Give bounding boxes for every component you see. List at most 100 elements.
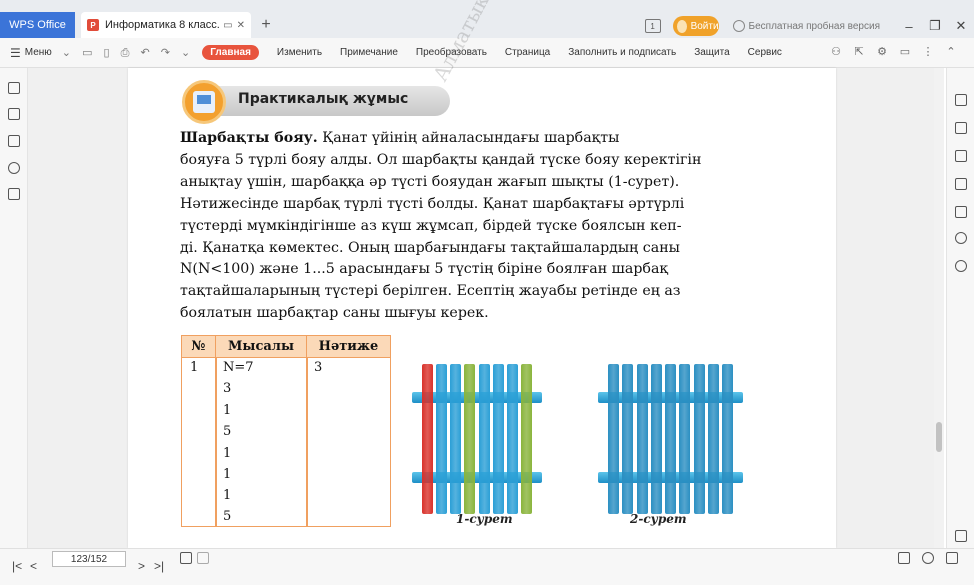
- quick-access-icons[interactable]: ⌄ ▭ ▯ ⎙ ↶ ↷ ⌄: [62, 46, 194, 60]
- tab-protect[interactable]: Защита: [694, 47, 729, 58]
- expand-icon[interactable]: ⌃: [942, 45, 960, 59]
- tab-count-icon[interactable]: 1: [644, 19, 661, 33]
- table-column-divider: [306, 358, 308, 526]
- fence-slat: [679, 364, 691, 514]
- left-sidebar: [0, 68, 28, 548]
- app-tab[interactable]: WPS Office: [0, 12, 75, 38]
- fence-figure-1: [412, 364, 542, 514]
- user-icon[interactable]: ⚇: [827, 45, 845, 59]
- bookmark-icon[interactable]: [8, 82, 20, 94]
- gift-icon: [732, 20, 745, 32]
- tab-annotate[interactable]: Примечание: [340, 47, 398, 58]
- last-page-icon[interactable]: >|: [154, 559, 164, 573]
- properties-icon[interactable]: [955, 94, 967, 106]
- task-text: Шарбақты бояу. Қанат үйінің айналасындағ…: [180, 128, 746, 325]
- fence-slat: [521, 364, 532, 514]
- export-icon[interactable]: [955, 122, 967, 134]
- fence-slat: [450, 364, 462, 514]
- document-tab[interactable]: P Информатика 8 класс. ASA.pdf ▭ ✕: [81, 12, 251, 38]
- figure-caption-1: 1-сурет: [456, 512, 513, 526]
- pen-icon[interactable]: [955, 150, 967, 162]
- example-value: N=7: [223, 360, 254, 375]
- comment-icon[interactable]: [8, 135, 20, 147]
- reading-mode-icon[interactable]: [898, 552, 910, 564]
- document-viewport[interactable]: Практикалық жұмыс Алматыкітап ба Шарбақт…: [28, 0, 934, 548]
- play-icon[interactable]: [922, 552, 934, 564]
- fence-slat: [506, 364, 518, 514]
- login-button[interactable]: Войти: [672, 16, 719, 36]
- example-value: 1: [223, 446, 232, 461]
- first-page-icon[interactable]: |<: [12, 559, 22, 573]
- fence-slat: [636, 364, 648, 514]
- signature-icon[interactable]: [8, 188, 20, 200]
- example-value: 5: [223, 424, 232, 439]
- table-header-example: Мысалы: [216, 336, 307, 358]
- chat-icon[interactable]: ▭: [896, 45, 914, 59]
- tab-edit[interactable]: Изменить: [277, 47, 322, 58]
- tab-window-icon[interactable]: ▭: [223, 20, 232, 31]
- fence-slat: [707, 364, 719, 514]
- example-value: 5: [223, 509, 232, 524]
- document-tab-title: Информатика 8 класс. ASA.pdf: [105, 19, 220, 31]
- fence-slat: [492, 364, 504, 514]
- fence-slat: [693, 364, 705, 514]
- status-bar: |< < > >|: [0, 548, 974, 585]
- example-value: 1: [223, 403, 232, 418]
- menu-button[interactable]: Меню: [25, 47, 52, 58]
- previous-page-icon[interactable]: <: [30, 559, 37, 573]
- text-line-2: бояуға 5 түрлі бояу алды. Ол шарбақты қа…: [180, 151, 702, 168]
- scrollbar-thumb[interactable]: [936, 422, 942, 452]
- attachment-icon[interactable]: [8, 162, 20, 174]
- pdf-icon: P: [87, 19, 99, 31]
- help-icon[interactable]: [955, 260, 967, 272]
- example-value: 1: [223, 467, 232, 482]
- text-line-4: Нәтижесінде шарбақ түрлі түсті болды. Қа…: [180, 195, 685, 212]
- back-icon[interactable]: [180, 552, 192, 564]
- table-header-result: Нәтиже: [307, 336, 390, 358]
- fullscreen-icon[interactable]: [946, 552, 958, 564]
- section-title: Практикалық жұмыс: [238, 91, 409, 107]
- vertical-scrollbar[interactable]: [934, 68, 944, 548]
- hamburger-icon[interactable]: ☰: [10, 46, 21, 60]
- fence-slat: [608, 364, 619, 514]
- menu-right-icons: ⚇ ⇱ ⚙ ▭ ⋮ ⌃: [822, 45, 960, 59]
- next-page-icon[interactable]: >: [138, 559, 145, 573]
- page-icon[interactable]: [955, 206, 967, 218]
- fence-slat: [722, 364, 733, 514]
- text-line-7: N(N<100) және 1...5 арасындағы 5 түстің …: [180, 261, 669, 278]
- search-icon[interactable]: [955, 232, 967, 244]
- tab-tools[interactable]: Сервис: [748, 47, 782, 58]
- outline-icon[interactable]: [955, 178, 967, 190]
- fence-slat: [464, 364, 476, 514]
- avatar-icon: [676, 19, 687, 33]
- fence-slat: [650, 364, 662, 514]
- text-line-3: анықтау үшін, шарбаққа әр түсті бояудан …: [180, 173, 680, 190]
- trial-button[interactable]: Бесплатная пробная версия: [732, 20, 880, 32]
- tab-home[interactable]: Главная: [202, 45, 259, 60]
- text-line-6: ді. Қанатқа көмектес. Оның шарбағындағы …: [180, 239, 680, 256]
- settings-icon[interactable]: ⚙: [873, 45, 891, 59]
- text-line-9: боялатын шарбақтар саны шығуы керек.: [180, 305, 489, 322]
- section-banner: Практикалық жұмыс: [182, 80, 452, 124]
- more-icon[interactable]: ⋮: [919, 45, 937, 59]
- fence-figure-2: [598, 364, 743, 514]
- grid-icon[interactable]: [955, 530, 967, 542]
- computer-icon: [182, 80, 226, 124]
- close-window-icon[interactable]: ✕: [948, 18, 974, 34]
- fence-slat: [622, 364, 634, 514]
- close-tab-icon[interactable]: ✕: [237, 20, 245, 31]
- trial-label: Бесплатная пробная версия: [748, 20, 880, 32]
- new-tab-button[interactable]: +: [253, 12, 279, 38]
- restore-icon[interactable]: ❐: [922, 18, 948, 34]
- share-icon[interactable]: ⇱: [850, 45, 868, 59]
- example-value: 3: [223, 381, 232, 396]
- table-row-number: 1: [190, 360, 199, 375]
- thumbnail-icon[interactable]: [8, 108, 20, 120]
- text-line-8: тақтайшаларының түстері берілген. Есепті…: [180, 283, 681, 300]
- forward-icon[interactable]: [197, 552, 209, 564]
- table-header-number: №: [182, 336, 216, 358]
- example-table: № Мысалы Нәтиже 1 N=7 3 1 5 1 1 1 5 3: [181, 335, 391, 527]
- page-number-field[interactable]: 123/152: [52, 551, 126, 567]
- pdf-page: Практикалық жұмыс Алматыкітап ба Шарбақт…: [128, 0, 836, 548]
- minimize-icon[interactable]: –: [896, 19, 922, 34]
